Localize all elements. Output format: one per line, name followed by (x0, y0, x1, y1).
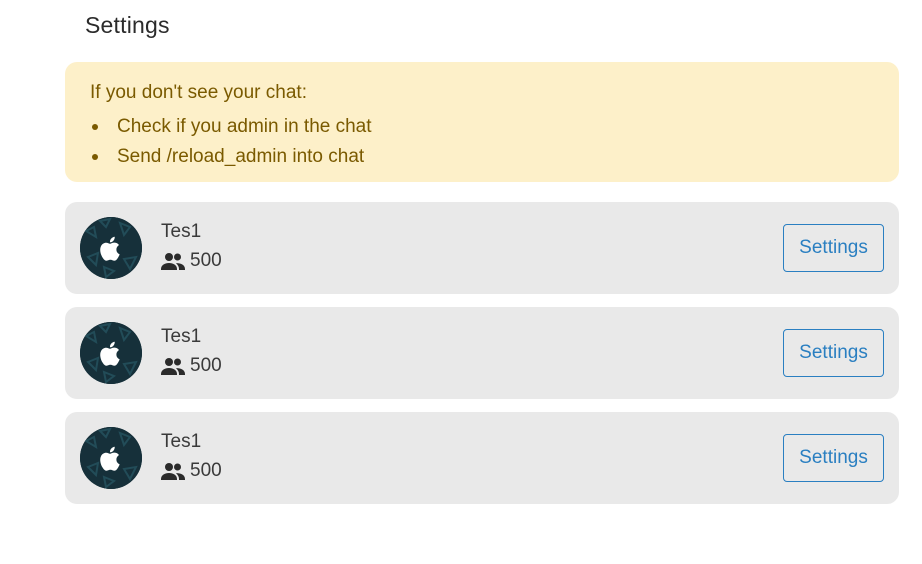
people-icon (161, 358, 185, 375)
notice-list: Check if you admin in the chat Send /rel… (90, 112, 875, 172)
notice-item: Check if you admin in the chat (90, 112, 875, 142)
member-count: 500 (190, 355, 222, 376)
member-count: 500 (190, 460, 222, 481)
chat-card: Tes1 500 Settings (65, 202, 899, 294)
settings-page: Settings If you don't see your chat: Che… (0, 0, 922, 564)
people-icon (161, 253, 185, 270)
page-title: Settings (85, 12, 170, 38)
chat-members: 500 (161, 250, 222, 272)
chat-name: Tes1 (161, 221, 202, 242)
apple-logo-icon (80, 427, 142, 489)
chat-name: Tes1 (161, 326, 202, 347)
chat-settings-button[interactable]: Settings (783, 224, 884, 272)
bullet-icon (92, 154, 98, 160)
apple-logo-icon (80, 322, 142, 384)
notice-item: Send /reload_admin into chat (90, 142, 875, 172)
chat-card: Tes1 500 Settings (65, 412, 899, 504)
chat-members: 500 (161, 460, 222, 482)
chat-name: Tes1 (161, 431, 202, 452)
chat-list: Tes1 500 Settings Tes1 500 Settings Tes1… (65, 202, 899, 517)
people-icon (161, 463, 185, 480)
chat-settings-button[interactable]: Settings (783, 329, 884, 377)
chat-card: Tes1 500 Settings (65, 307, 899, 399)
notice-item-text: Check if you admin in the chat (117, 116, 372, 137)
chat-members: 500 (161, 355, 222, 377)
bullet-icon (92, 124, 98, 130)
notice-item-text: Send /reload_admin into chat (117, 146, 365, 167)
notice-heading: If you don't see your chat: (90, 82, 307, 103)
chat-avatar (80, 427, 142, 489)
chat-settings-button[interactable]: Settings (783, 434, 884, 482)
member-count: 500 (190, 250, 222, 271)
info-notice: If you don't see your chat: Check if you… (65, 62, 899, 182)
apple-logo-icon (80, 217, 142, 279)
chat-avatar (80, 322, 142, 384)
chat-avatar (80, 217, 142, 279)
